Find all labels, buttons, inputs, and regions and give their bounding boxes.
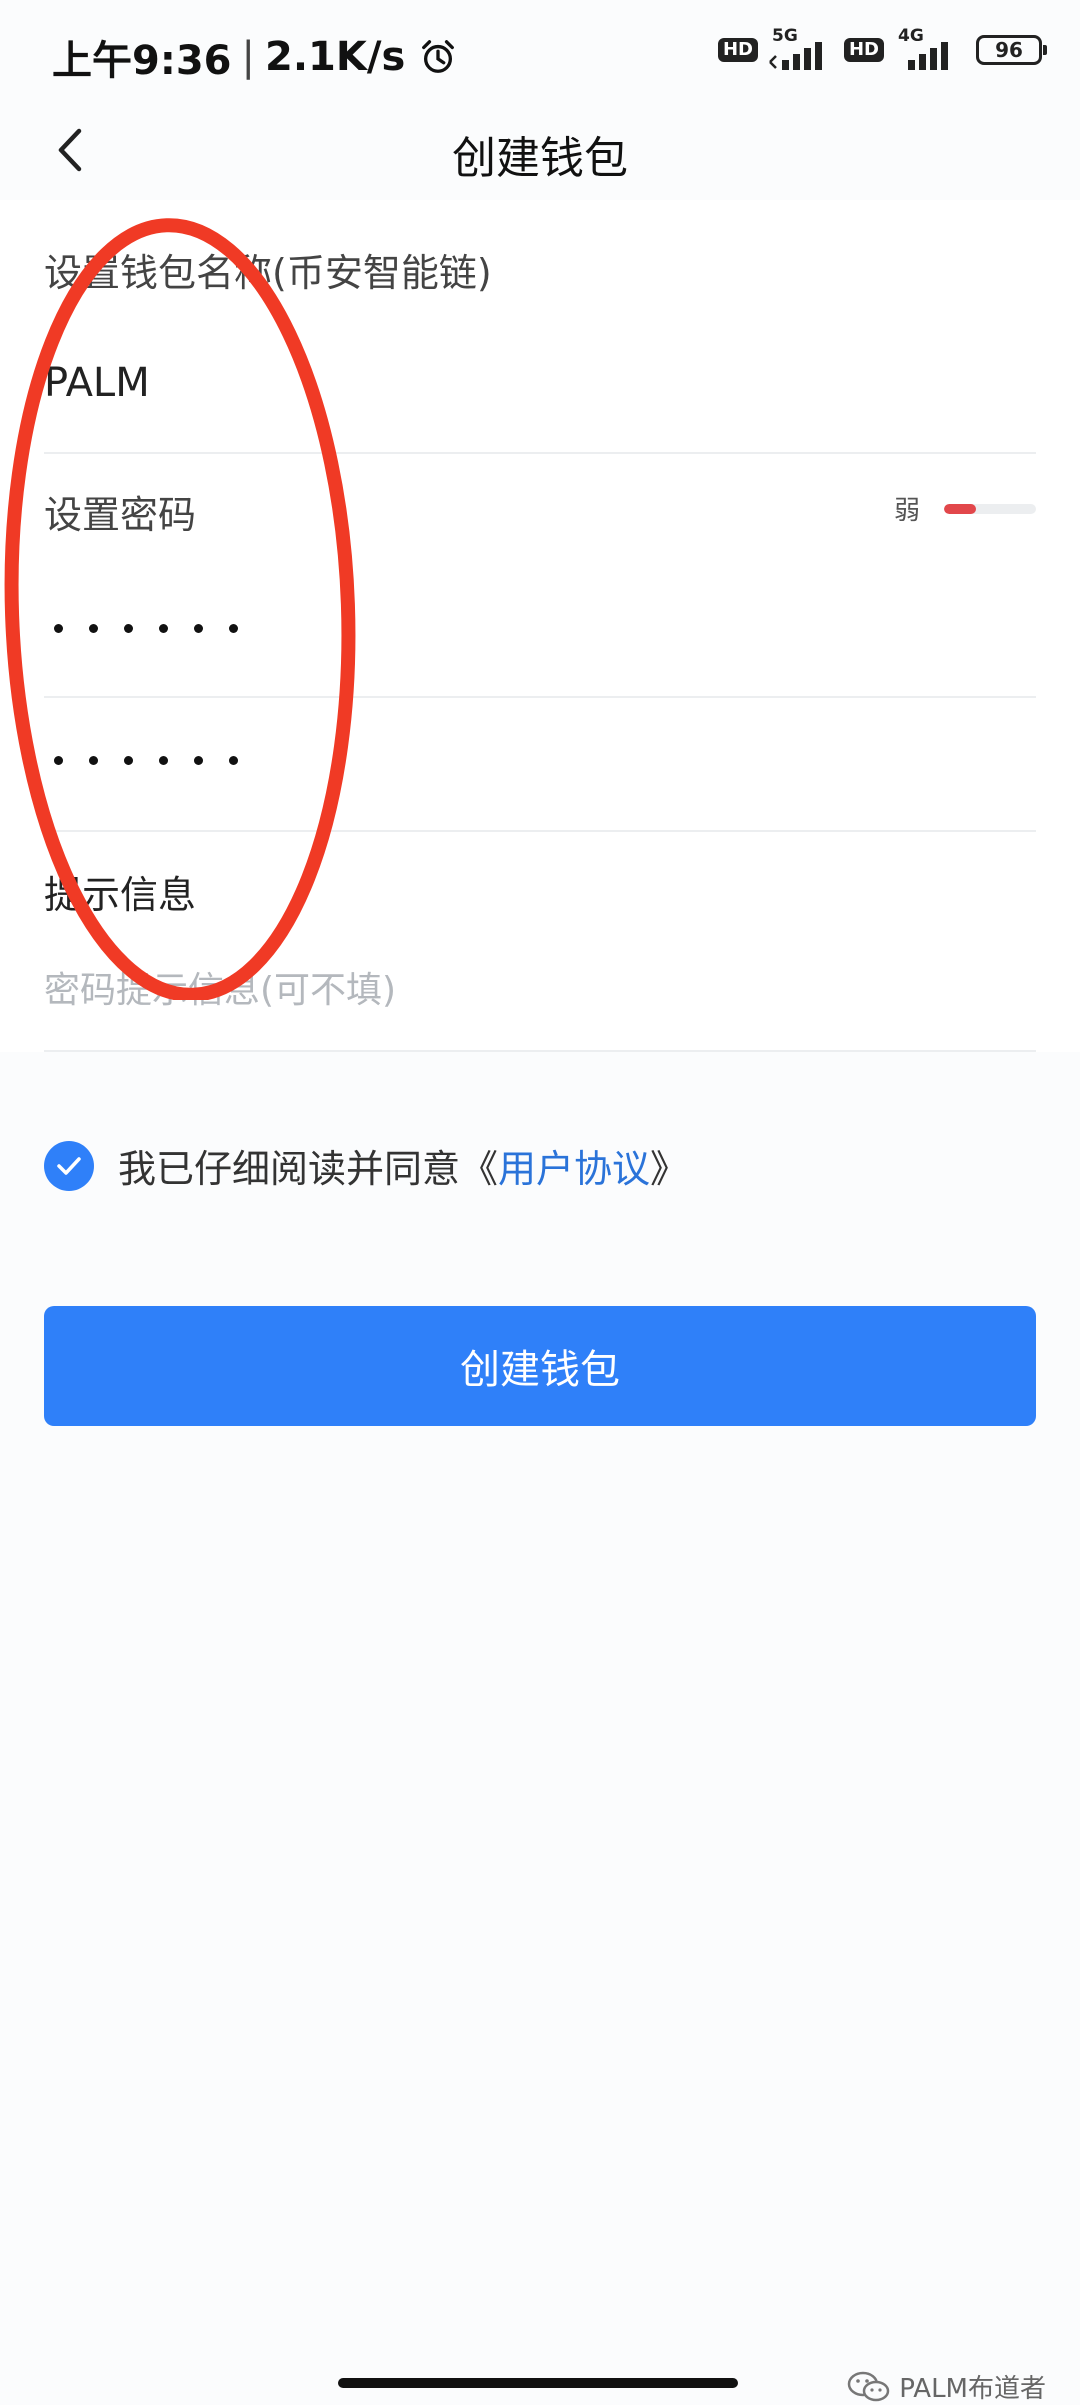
- agreement-checkbox[interactable]: [44, 1140, 94, 1191]
- status-left: 上午9:36 | 2.1K/s: [52, 28, 457, 86]
- hd-badge-2: HD: [843, 38, 884, 62]
- user-agreement-link[interactable]: 用户协议: [498, 1147, 650, 1191]
- password-dot: [54, 624, 63, 633]
- watermark: PALM布道者: [847, 2368, 1046, 2405]
- password-dot: [54, 756, 63, 765]
- status-separator: |: [241, 34, 255, 80]
- password-strength-label: 弱: [893, 496, 920, 526]
- divider: [44, 1050, 1036, 1052]
- password-strength-fill: [944, 503, 977, 514]
- home-indicator[interactable]: [338, 2378, 738, 2388]
- agreement-text: 我已仔细阅读并同意《用户协议》: [118, 1138, 688, 1193]
- hint-input[interactable]: [44, 970, 1036, 1011]
- agreement-open-quote: 《: [460, 1147, 499, 1191]
- password-dot: [159, 624, 168, 633]
- signal-5g-icon: 5G: [768, 26, 834, 70]
- agreement-row: 我已仔细阅读并同意《用户协议》: [44, 1138, 688, 1193]
- wallet-name-input[interactable]: PALM: [44, 360, 150, 406]
- alarm-clock-icon: [422, 40, 455, 73]
- check-icon: [57, 1156, 81, 1175]
- confirm-password-input[interactable]: [54, 756, 238, 765]
- agreement-statement: 我已仔细阅读并同意: [118, 1147, 461, 1191]
- agreement-close-quote: 》: [650, 1147, 689, 1191]
- password-dot: [194, 624, 203, 633]
- status-right: HD 5G HD 4G 96: [717, 26, 1047, 70]
- watermark-text: PALM布道者: [899, 2374, 1046, 2404]
- password-label: 设置密码: [44, 493, 197, 537]
- password-dot: [194, 756, 203, 765]
- password-dot: [229, 756, 238, 765]
- password-strength: 弱: [894, 490, 1036, 527]
- hd-badge-1: HD: [717, 38, 758, 62]
- password-dot: [124, 624, 133, 633]
- signal-4g-icon: 4G: [894, 26, 960, 70]
- divider: [44, 452, 1036, 454]
- create-wallet-button[interactable]: 创建钱包: [44, 1306, 1036, 1426]
- battery-icon: 96: [976, 35, 1047, 65]
- header: 创建钱包: [0, 100, 1080, 200]
- wallet-name-label: 设置钱包名称(币安智能链): [44, 251, 492, 295]
- divider: [44, 696, 1036, 698]
- wallet-form: 设置钱包名称(币安智能链) PALM 设置密码 弱 提示信息: [0, 200, 1080, 1052]
- status-net-speed: 2.1K/s: [264, 34, 406, 80]
- divider: [44, 830, 1036, 832]
- battery-level: 96: [995, 38, 1023, 62]
- status-bar: 上午9:36 | 2.1K/s HD 5G HD 4G 96: [0, 0, 1080, 100]
- password-dot: [89, 624, 98, 633]
- hint-label: 提示信息: [44, 873, 197, 917]
- password-input[interactable]: [54, 624, 238, 633]
- password-dot: [124, 756, 133, 765]
- password-dot: [89, 756, 98, 765]
- wechat-icon: [848, 2371, 890, 2401]
- page-title: 创建钱包: [452, 133, 628, 184]
- password-strength-bar: [944, 503, 1036, 514]
- status-time: 上午9:36: [52, 38, 232, 84]
- password-dot: [229, 624, 238, 633]
- password-dot: [159, 756, 168, 765]
